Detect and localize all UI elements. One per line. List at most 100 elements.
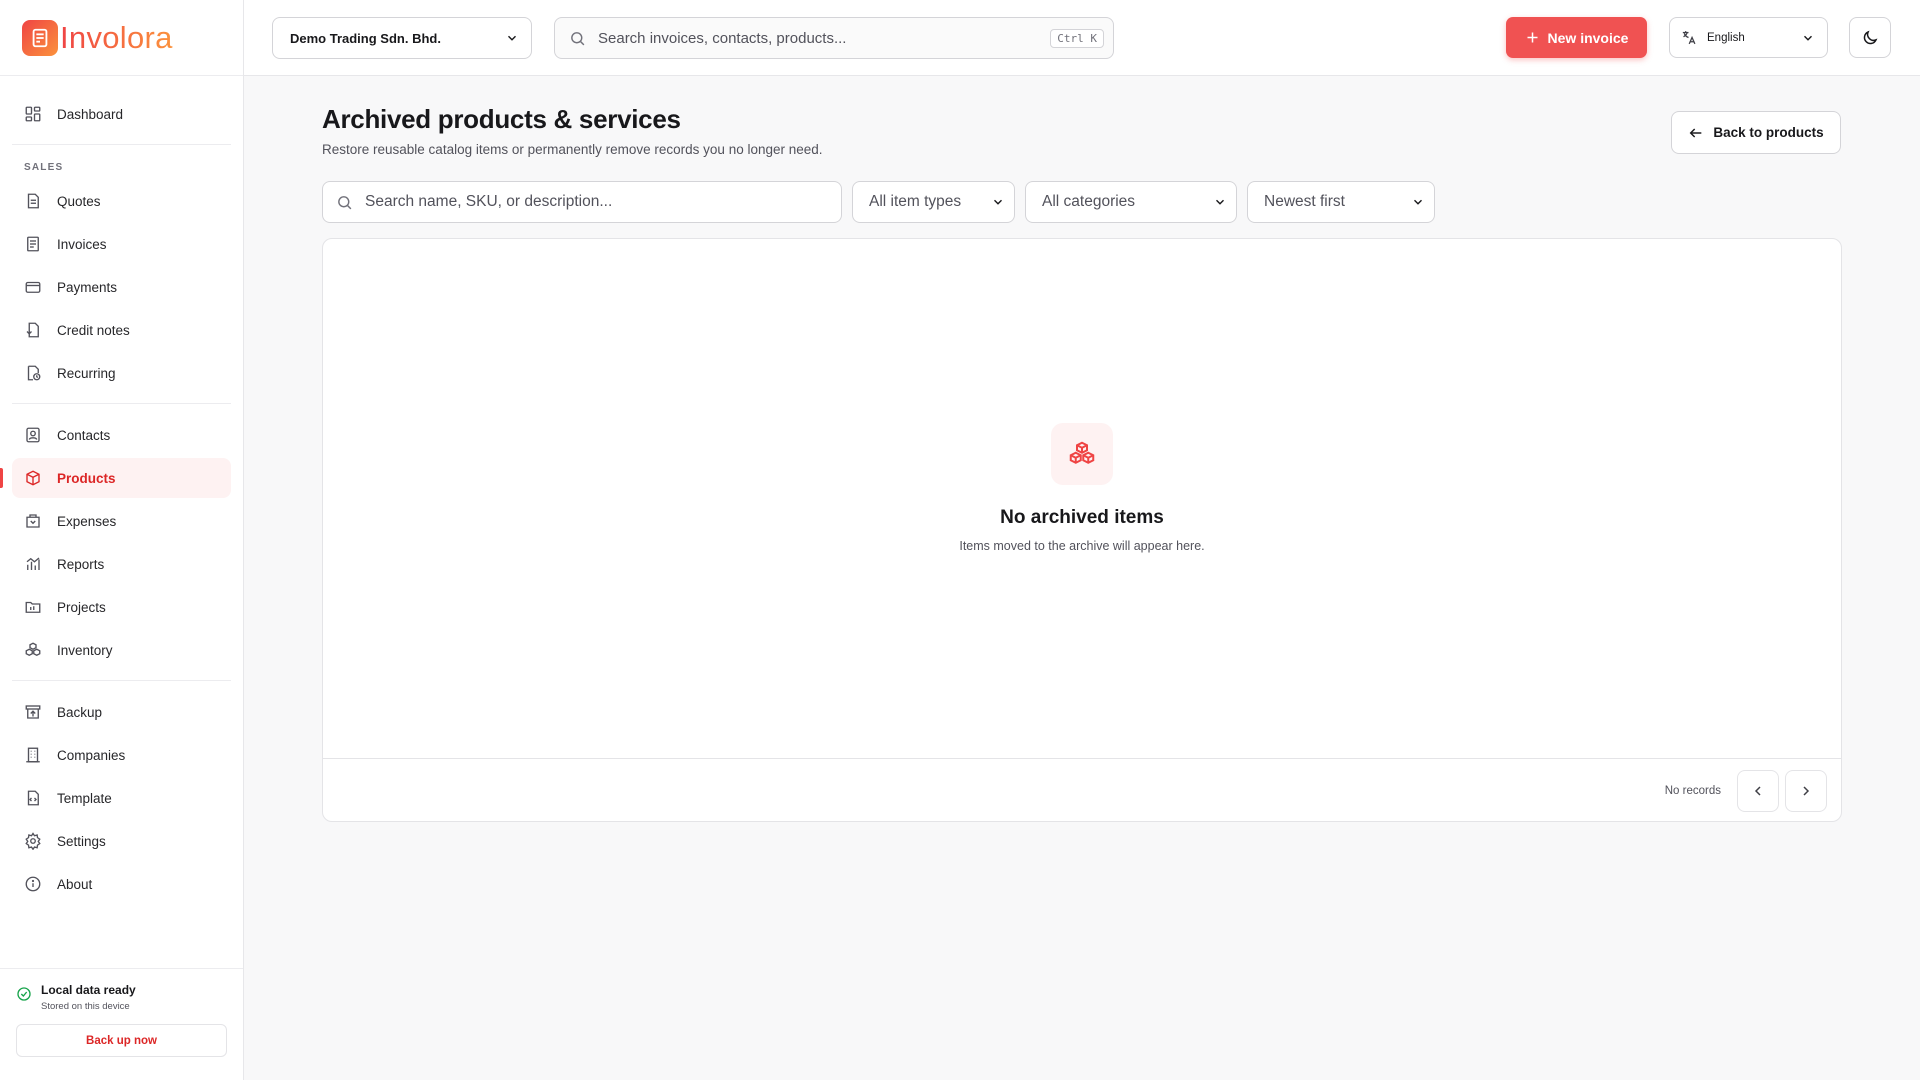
- sidebar-item-label: Expenses: [57, 513, 117, 529]
- previous-page-button[interactable]: [1737, 770, 1779, 812]
- sidebar-item-settings[interactable]: Settings: [12, 821, 231, 861]
- search-icon: [569, 30, 586, 47]
- search-placeholder: Search name, SKU, or description...: [365, 193, 613, 210]
- new-invoice-label: New invoice: [1547, 29, 1629, 46]
- sidebar-item-backup[interactable]: Backup: [12, 692, 231, 732]
- brand-name: Involora: [60, 19, 173, 55]
- boxes-icon: [1051, 423, 1113, 485]
- active-indicator: [0, 468, 3, 488]
- language-label: English: [1707, 31, 1745, 44]
- gear-icon: [24, 832, 42, 850]
- sidebar-item-products[interactable]: Products: [0, 458, 231, 498]
- contact-icon: [24, 426, 42, 444]
- new-invoice-button[interactable]: New invoice: [1506, 17, 1647, 58]
- chevron-left-icon: [1754, 786, 1761, 796]
- folder-icon: [24, 598, 42, 616]
- back-label: Back to products: [1713, 125, 1824, 140]
- sidebar-item-inventory[interactable]: Inventory: [12, 630, 231, 670]
- next-page-button[interactable]: [1785, 770, 1827, 812]
- sidebar-item-label: Projects: [57, 599, 106, 615]
- topbar: Demo Trading Sdn. Bhd. Search invoices, …: [244, 0, 1920, 76]
- sidebar-item-recurring[interactable]: Recurring: [12, 353, 231, 393]
- language-select[interactable]: English: [1669, 17, 1828, 58]
- chevron-down-icon: [991, 195, 1005, 209]
- item-type-value: All item types: [869, 193, 962, 210]
- records-count: No records: [1664, 785, 1721, 797]
- chevron-down-icon: [505, 31, 519, 45]
- back-up-now-button[interactable]: Back up now: [16, 1024, 227, 1057]
- arrow-left-icon: [1688, 125, 1704, 141]
- status-subtitle: Stored on this device: [41, 1001, 130, 1012]
- sidebar-item-dashboard[interactable]: Dashboard: [12, 94, 231, 134]
- chevron-down-icon: [1411, 195, 1425, 209]
- sidebar-item-contacts[interactable]: Contacts: [12, 415, 231, 455]
- info-icon: [24, 875, 42, 893]
- page-title: Archived products & services: [322, 104, 681, 134]
- category-select[interactable]: All categories: [1025, 181, 1237, 223]
- dashboard-icon: [24, 105, 42, 123]
- sidebar-item-template[interactable]: Template: [12, 778, 231, 818]
- building-icon: [24, 746, 42, 764]
- boxes-icon: [24, 641, 42, 659]
- search-icon: [336, 194, 353, 211]
- sidebar-section-label: SALES: [24, 162, 64, 173]
- sort-select[interactable]: Newest first: [1247, 181, 1435, 223]
- sidebar-item-label: Recurring: [57, 365, 116, 381]
- plus-icon: [1525, 30, 1540, 45]
- sidebar-item-label: Settings: [57, 833, 106, 849]
- chevron-down-icon: [1213, 195, 1227, 209]
- data-status: Local data ready Stored on this device: [16, 983, 227, 1012]
- keyboard-shortcut-badge: Ctrl K: [1050, 28, 1104, 48]
- sidebar-item-label: Template: [57, 790, 112, 806]
- chevron-down-icon: [1801, 31, 1815, 45]
- check-circle-icon: [16, 986, 32, 1002]
- empty-state-title: No archived items: [1000, 507, 1164, 528]
- sidebar-item-reports[interactable]: Reports: [12, 544, 231, 584]
- sidebar-item-companies[interactable]: Companies: [12, 735, 231, 775]
- sidebar-item-credit-notes[interactable]: Credit notes: [12, 310, 231, 350]
- pagination-bar: No records: [323, 758, 1841, 821]
- search-placeholder: Search invoices, contacts, products...: [598, 29, 847, 47]
- moon-icon: [1861, 29, 1879, 47]
- archive-search-input[interactable]: Search name, SKU, or description...: [322, 181, 842, 223]
- archive-icon: [24, 703, 42, 721]
- sort-value: Newest first: [1264, 193, 1345, 210]
- global-search-input[interactable]: Search invoices, contacts, products... C…: [554, 17, 1114, 59]
- sidebar-item-projects[interactable]: Projects: [12, 587, 231, 627]
- sidebar-item-expenses[interactable]: Expenses: [12, 501, 231, 541]
- sidebar-item-payments[interactable]: Payments: [12, 267, 231, 307]
- sidebar-item-label: Inventory: [57, 642, 113, 658]
- company-select[interactable]: Demo Trading Sdn. Bhd.: [272, 17, 532, 59]
- card-icon: [24, 278, 42, 296]
- recurring-icon: [24, 364, 42, 382]
- empty-state-subtitle: Items moved to the archive will appear h…: [959, 539, 1205, 553]
- status-title: Local data ready: [41, 983, 136, 997]
- sidebar-nav: Dashboard SALES Quotes Invoices Payments…: [0, 76, 243, 904]
- brand[interactable]: Involora: [0, 0, 243, 76]
- sidebar-item-about[interactable]: About: [12, 864, 231, 904]
- chevron-right-icon: [1803, 786, 1810, 796]
- sidebar-item-label: Payments: [57, 279, 118, 295]
- divider: [12, 403, 231, 404]
- sidebar-item-label: Backup: [57, 704, 103, 720]
- back-to-products-button[interactable]: Back to products: [1671, 111, 1841, 154]
- sidebar-item-quotes[interactable]: Quotes: [12, 181, 231, 221]
- sidebar-footer: Local data ready Stored on this device B…: [0, 968, 243, 1080]
- sidebar-item-label: About: [57, 876, 93, 892]
- sidebar-item-label: Contacts: [57, 427, 111, 443]
- sidebar-item-label: Products: [57, 470, 116, 486]
- credit-note-icon: [24, 321, 42, 339]
- item-type-select[interactable]: All item types: [852, 181, 1015, 223]
- sidebar-item-label: Quotes: [57, 193, 101, 209]
- page-subtitle: Restore reusable catalog items or perman…: [322, 142, 823, 157]
- sidebar-item-label: Invoices: [57, 236, 107, 252]
- sidebar-item-invoices[interactable]: Invoices: [12, 224, 231, 264]
- divider: [12, 680, 231, 681]
- quote-icon: [24, 192, 42, 210]
- theme-toggle-button[interactable]: [1849, 17, 1891, 58]
- product-icon: [24, 469, 42, 487]
- brand-logo-icon: [22, 19, 58, 56]
- sidebar-item-label: Dashboard: [57, 106, 124, 122]
- chart-icon: [24, 555, 42, 573]
- sidebar-item-label: Companies: [57, 747, 126, 763]
